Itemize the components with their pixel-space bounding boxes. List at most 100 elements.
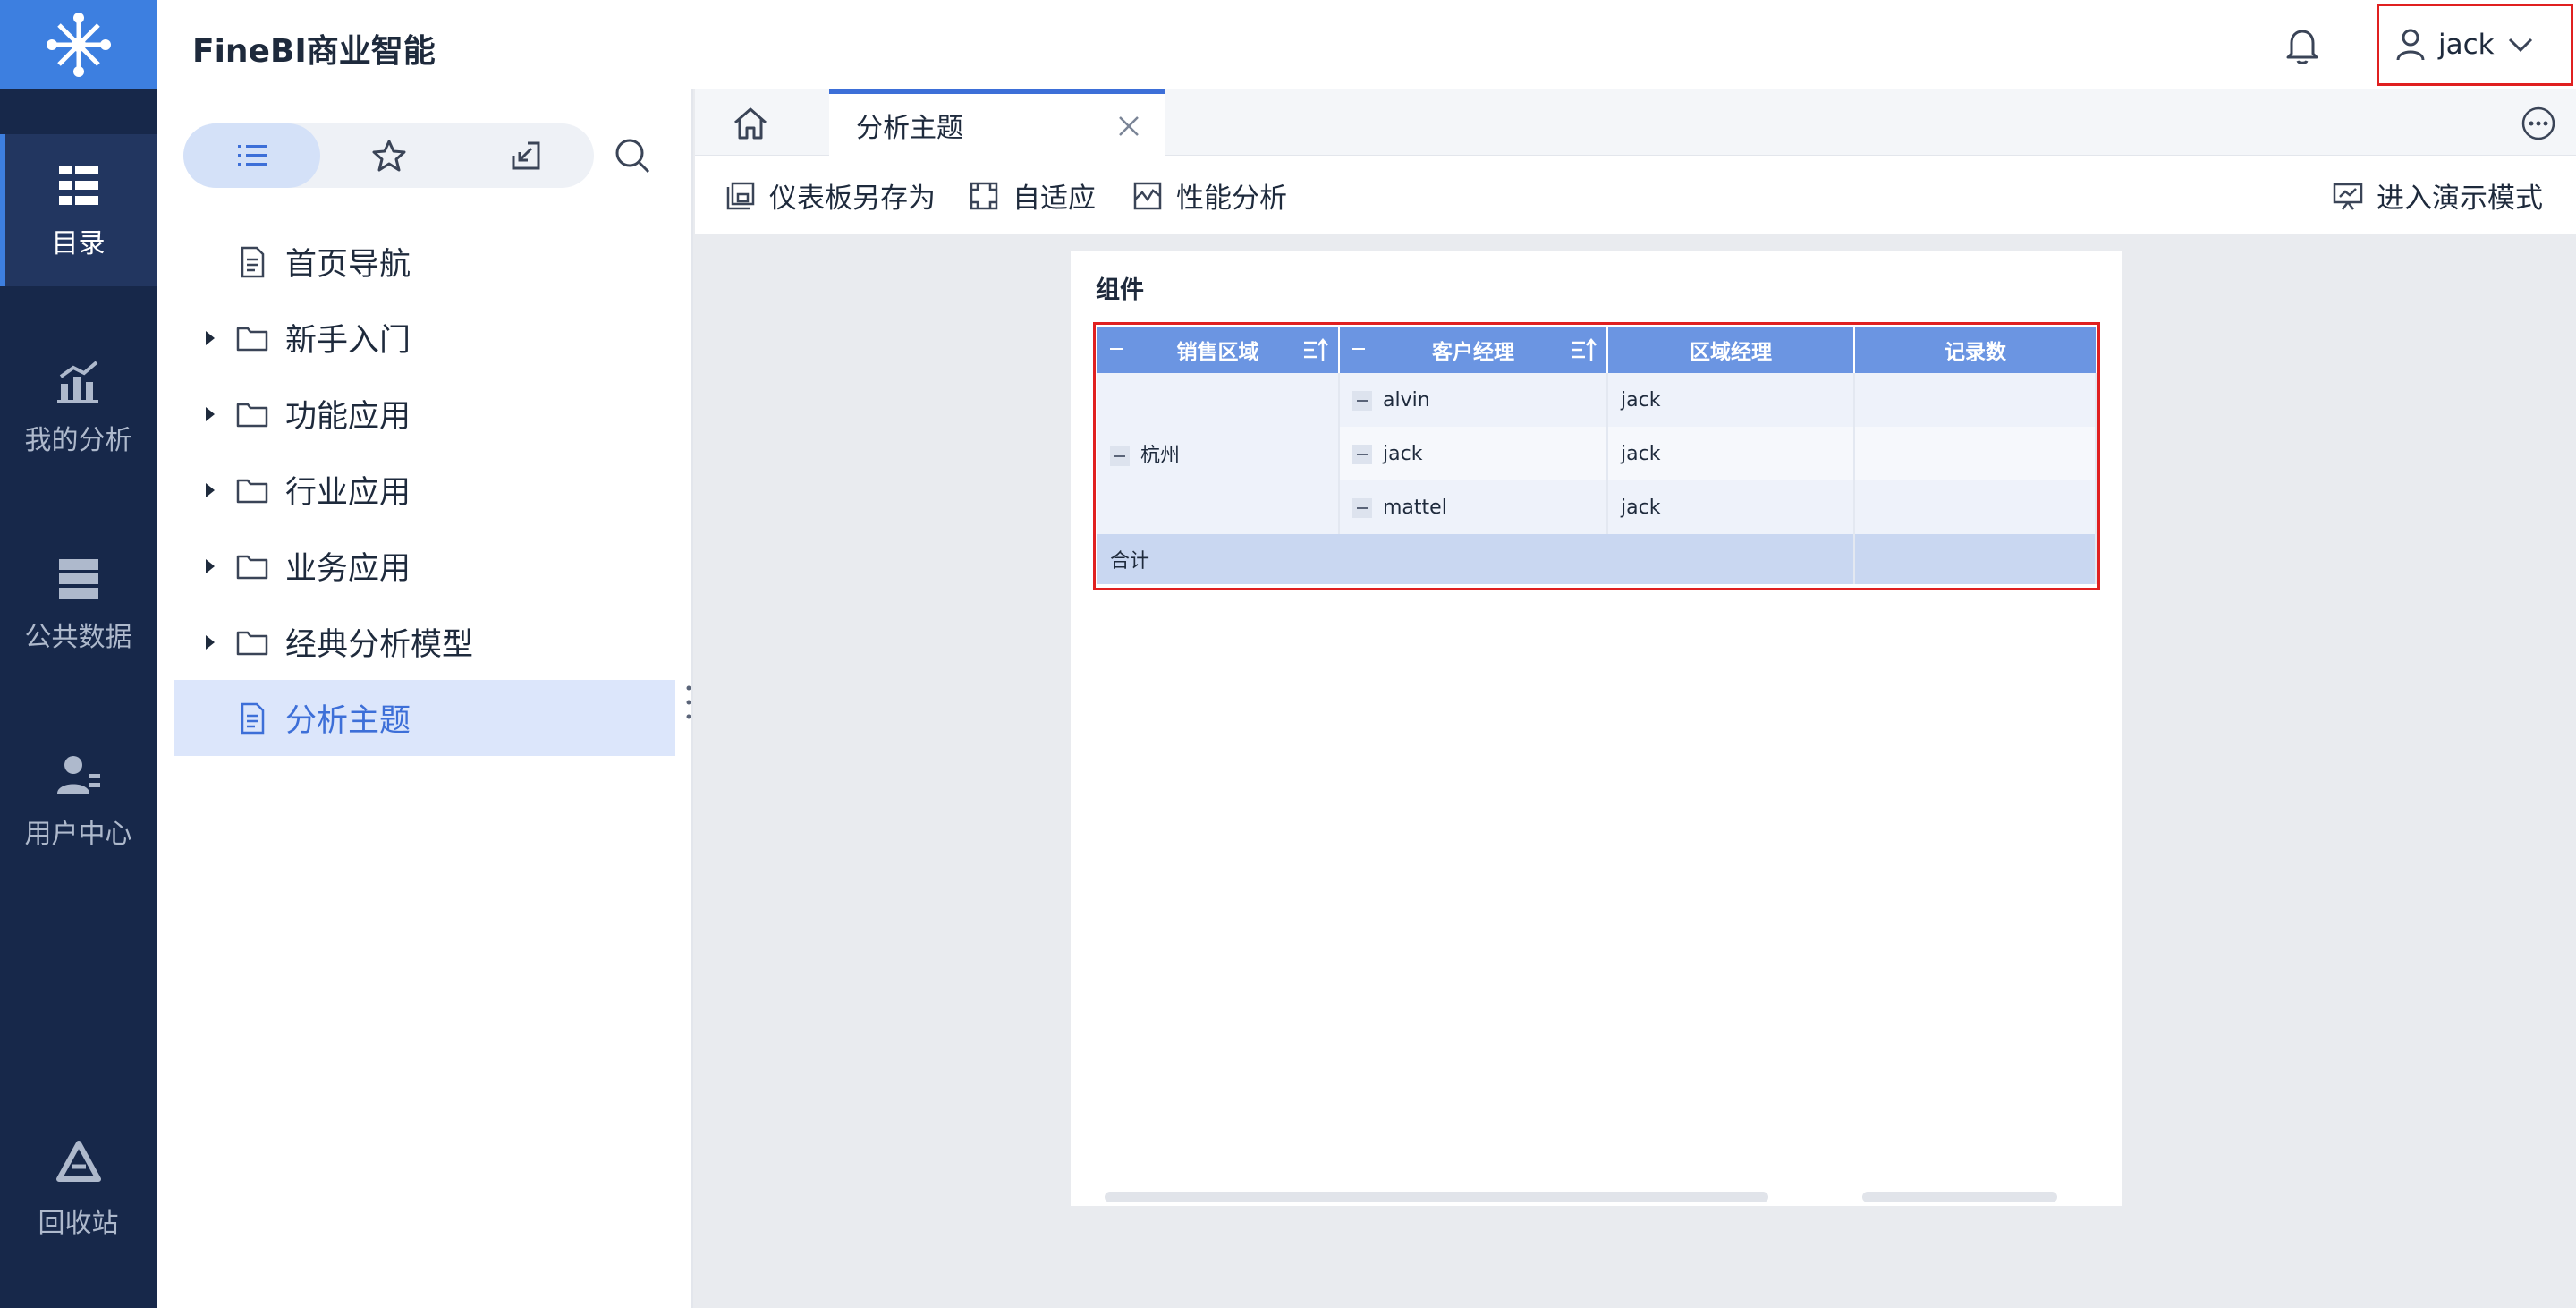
pivot-table-highlight: 销售区域 客户经理 区域经理 记录数 杭州 alvin jack jack ja… bbox=[1093, 322, 2100, 590]
rail-item-label: 公共数据 bbox=[24, 622, 132, 653]
tree-item-label: 经典分析模型 bbox=[285, 627, 474, 663]
region-manager-cell: jack bbox=[1607, 427, 1855, 480]
directory-tree: 首页导航 新手入门 功能应用 行业应用 业务应用 经典分析模型 分析主题 bbox=[174, 224, 675, 756]
column-header-label: 区域经理 bbox=[1690, 341, 1772, 364]
sort-ascending-icon[interactable] bbox=[1571, 337, 1597, 362]
folder-icon bbox=[236, 479, 268, 503]
bell-icon[interactable] bbox=[2281, 23, 2324, 66]
manager-cell[interactable]: alvin bbox=[1339, 373, 1608, 427]
import-icon bbox=[512, 141, 539, 170]
tree-item-classic-models[interactable]: 经典分析模型 bbox=[174, 604, 675, 680]
chevron-down-icon bbox=[2508, 38, 2532, 53]
dashboard-canvas: 组件 销售区域 客户经理 区域经理 记录数 杭州 alvin jack jack… bbox=[695, 234, 2576, 1308]
rail-item-catalog[interactable]: 目录 bbox=[0, 134, 157, 286]
performance-analysis-button[interactable]: 性能分析 bbox=[1131, 175, 1287, 216]
region-manager-cell: jack bbox=[1607, 480, 1855, 534]
record-count-cell bbox=[1854, 373, 2097, 427]
tab-bar: 分析主题 bbox=[695, 89, 2576, 156]
favorites-view-button[interactable] bbox=[320, 123, 457, 188]
file-icon bbox=[241, 702, 265, 734]
collapse-icon[interactable] bbox=[1352, 390, 1372, 411]
username-label: jack bbox=[2438, 29, 2495, 61]
rail-item-user-center[interactable]: 用户中心 bbox=[0, 725, 157, 877]
component-title: 组件 bbox=[1096, 276, 1144, 304]
tree-item-home-navigation[interactable]: 首页导航 bbox=[174, 224, 675, 300]
region-cell[interactable]: 杭州 bbox=[1097, 373, 1340, 534]
caret-right-icon[interactable] bbox=[201, 557, 219, 575]
more-options-icon[interactable] bbox=[2521, 106, 2556, 141]
finebi-logo[interactable] bbox=[0, 0, 157, 89]
rail-item-my-analysis[interactable]: 我的分析 bbox=[0, 331, 157, 483]
rail-item-label: 回收站 bbox=[38, 1208, 119, 1239]
tree-item-label: 业务应用 bbox=[285, 551, 411, 587]
collapse-icon[interactable] bbox=[1352, 497, 1372, 518]
tab-label: 分析主题 bbox=[856, 112, 963, 144]
import-view-button[interactable] bbox=[457, 123, 594, 188]
tree-item-label: 新手入门 bbox=[285, 323, 411, 359]
dashboard-toolbar: 仪表板另存为 自适应 性能分析 进入演示模式 bbox=[695, 156, 2576, 234]
caret-right-icon[interactable] bbox=[201, 633, 219, 651]
tab-analysis-subject[interactable]: 分析主题 bbox=[829, 89, 1165, 156]
search-icon[interactable] bbox=[613, 136, 652, 175]
column-header-record-count[interactable]: 记录数 bbox=[1854, 327, 2096, 373]
collapse-icon[interactable] bbox=[1110, 446, 1130, 466]
presentation-mode-button[interactable]: 进入演示模式 bbox=[2332, 175, 2543, 216]
column-header-customer-manager[interactable]: 客户经理 bbox=[1339, 327, 1608, 373]
user-icon bbox=[2396, 29, 2425, 61]
manager-value: mattel bbox=[1383, 496, 1447, 519]
save-as-label: 仪表板另存为 bbox=[769, 183, 936, 215]
record-count-cell bbox=[1854, 427, 2097, 480]
file-icon bbox=[241, 246, 265, 277]
tree-item-business-apps[interactable]: 业务应用 bbox=[174, 528, 675, 604]
region-value: 杭州 bbox=[1140, 445, 1181, 467]
rail-item-recycle-bin[interactable]: 回收站 bbox=[0, 1114, 157, 1266]
pivot-table[interactable]: 销售区域 客户经理 区域经理 记录数 杭州 alvin jack jack ja… bbox=[1097, 327, 2097, 584]
list-view-button[interactable] bbox=[183, 123, 320, 188]
rail-item-public-data[interactable]: 公共数据 bbox=[0, 528, 157, 680]
caret-right-icon[interactable] bbox=[201, 481, 219, 499]
column-header-sales-region[interactable]: 销售区域 bbox=[1097, 327, 1340, 373]
presentation-icon bbox=[2333, 183, 2363, 210]
close-icon[interactable] bbox=[1116, 114, 1141, 139]
folder-icon bbox=[236, 555, 268, 579]
adaptive-label: 自适应 bbox=[1013, 183, 1096, 215]
caret-right-icon[interactable] bbox=[201, 405, 219, 423]
collapse-icon[interactable] bbox=[1352, 348, 1365, 350]
tree-item-label: 分析主题 bbox=[285, 703, 411, 739]
adaptive-button[interactable]: 自适应 bbox=[968, 175, 1096, 216]
column-header-label: 销售区域 bbox=[1176, 341, 1259, 364]
presentation-label: 进入演示模式 bbox=[2377, 183, 2543, 215]
tree-item-getting-started[interactable]: 新手入门 bbox=[174, 300, 675, 376]
performance-label: 性能分析 bbox=[1176, 183, 1287, 215]
collapse-icon[interactable] bbox=[1352, 444, 1372, 464]
collapse-icon[interactable] bbox=[1110, 348, 1123, 350]
user-center-icon bbox=[56, 756, 100, 794]
tree-item-industry-apps[interactable]: 行业应用 bbox=[174, 452, 675, 528]
tree-item-label: 功能应用 bbox=[285, 399, 411, 435]
recycle-bin-icon bbox=[55, 1141, 101, 1182]
column-header-region-manager[interactable]: 区域经理 bbox=[1607, 327, 1855, 373]
top-header: FineBI商业智能 jack bbox=[157, 0, 2576, 89]
rail-item-label: 用户中心 bbox=[24, 819, 132, 850]
app-brand-title: FineBI商业智能 bbox=[192, 33, 436, 70]
directory-view-switcher bbox=[183, 123, 594, 188]
tree-item-label: 行业应用 bbox=[285, 475, 411, 511]
catalog-icon bbox=[58, 166, 98, 205]
manager-cell[interactable]: jack bbox=[1339, 427, 1608, 480]
manager-cell[interactable]: mattel bbox=[1339, 480, 1608, 534]
tree-item-analysis-subject[interactable]: 分析主题 bbox=[174, 680, 675, 756]
horizontal-scrollbar-left[interactable] bbox=[1105, 1192, 1768, 1202]
tree-item-feature-apps[interactable]: 功能应用 bbox=[174, 376, 675, 452]
record-count-cell bbox=[1854, 480, 2097, 534]
home-icon[interactable] bbox=[731, 104, 770, 143]
finebi-logo-icon bbox=[46, 13, 111, 77]
total-label: 合计 bbox=[1097, 534, 1855, 584]
user-menu[interactable]: jack bbox=[2377, 4, 2573, 86]
caret-right-icon[interactable] bbox=[201, 329, 219, 347]
save-as-button[interactable]: 仪表板另存为 bbox=[724, 175, 936, 216]
component-card[interactable]: 组件 销售区域 客户经理 区域经理 记录数 杭州 alvin jack jack… bbox=[1071, 251, 2122, 1206]
region-manager-cell: jack bbox=[1607, 373, 1855, 427]
sort-ascending-icon[interactable] bbox=[1302, 337, 1329, 362]
panel-resize-handle[interactable] bbox=[686, 684, 691, 720]
horizontal-scrollbar-right[interactable] bbox=[1862, 1192, 2057, 1202]
